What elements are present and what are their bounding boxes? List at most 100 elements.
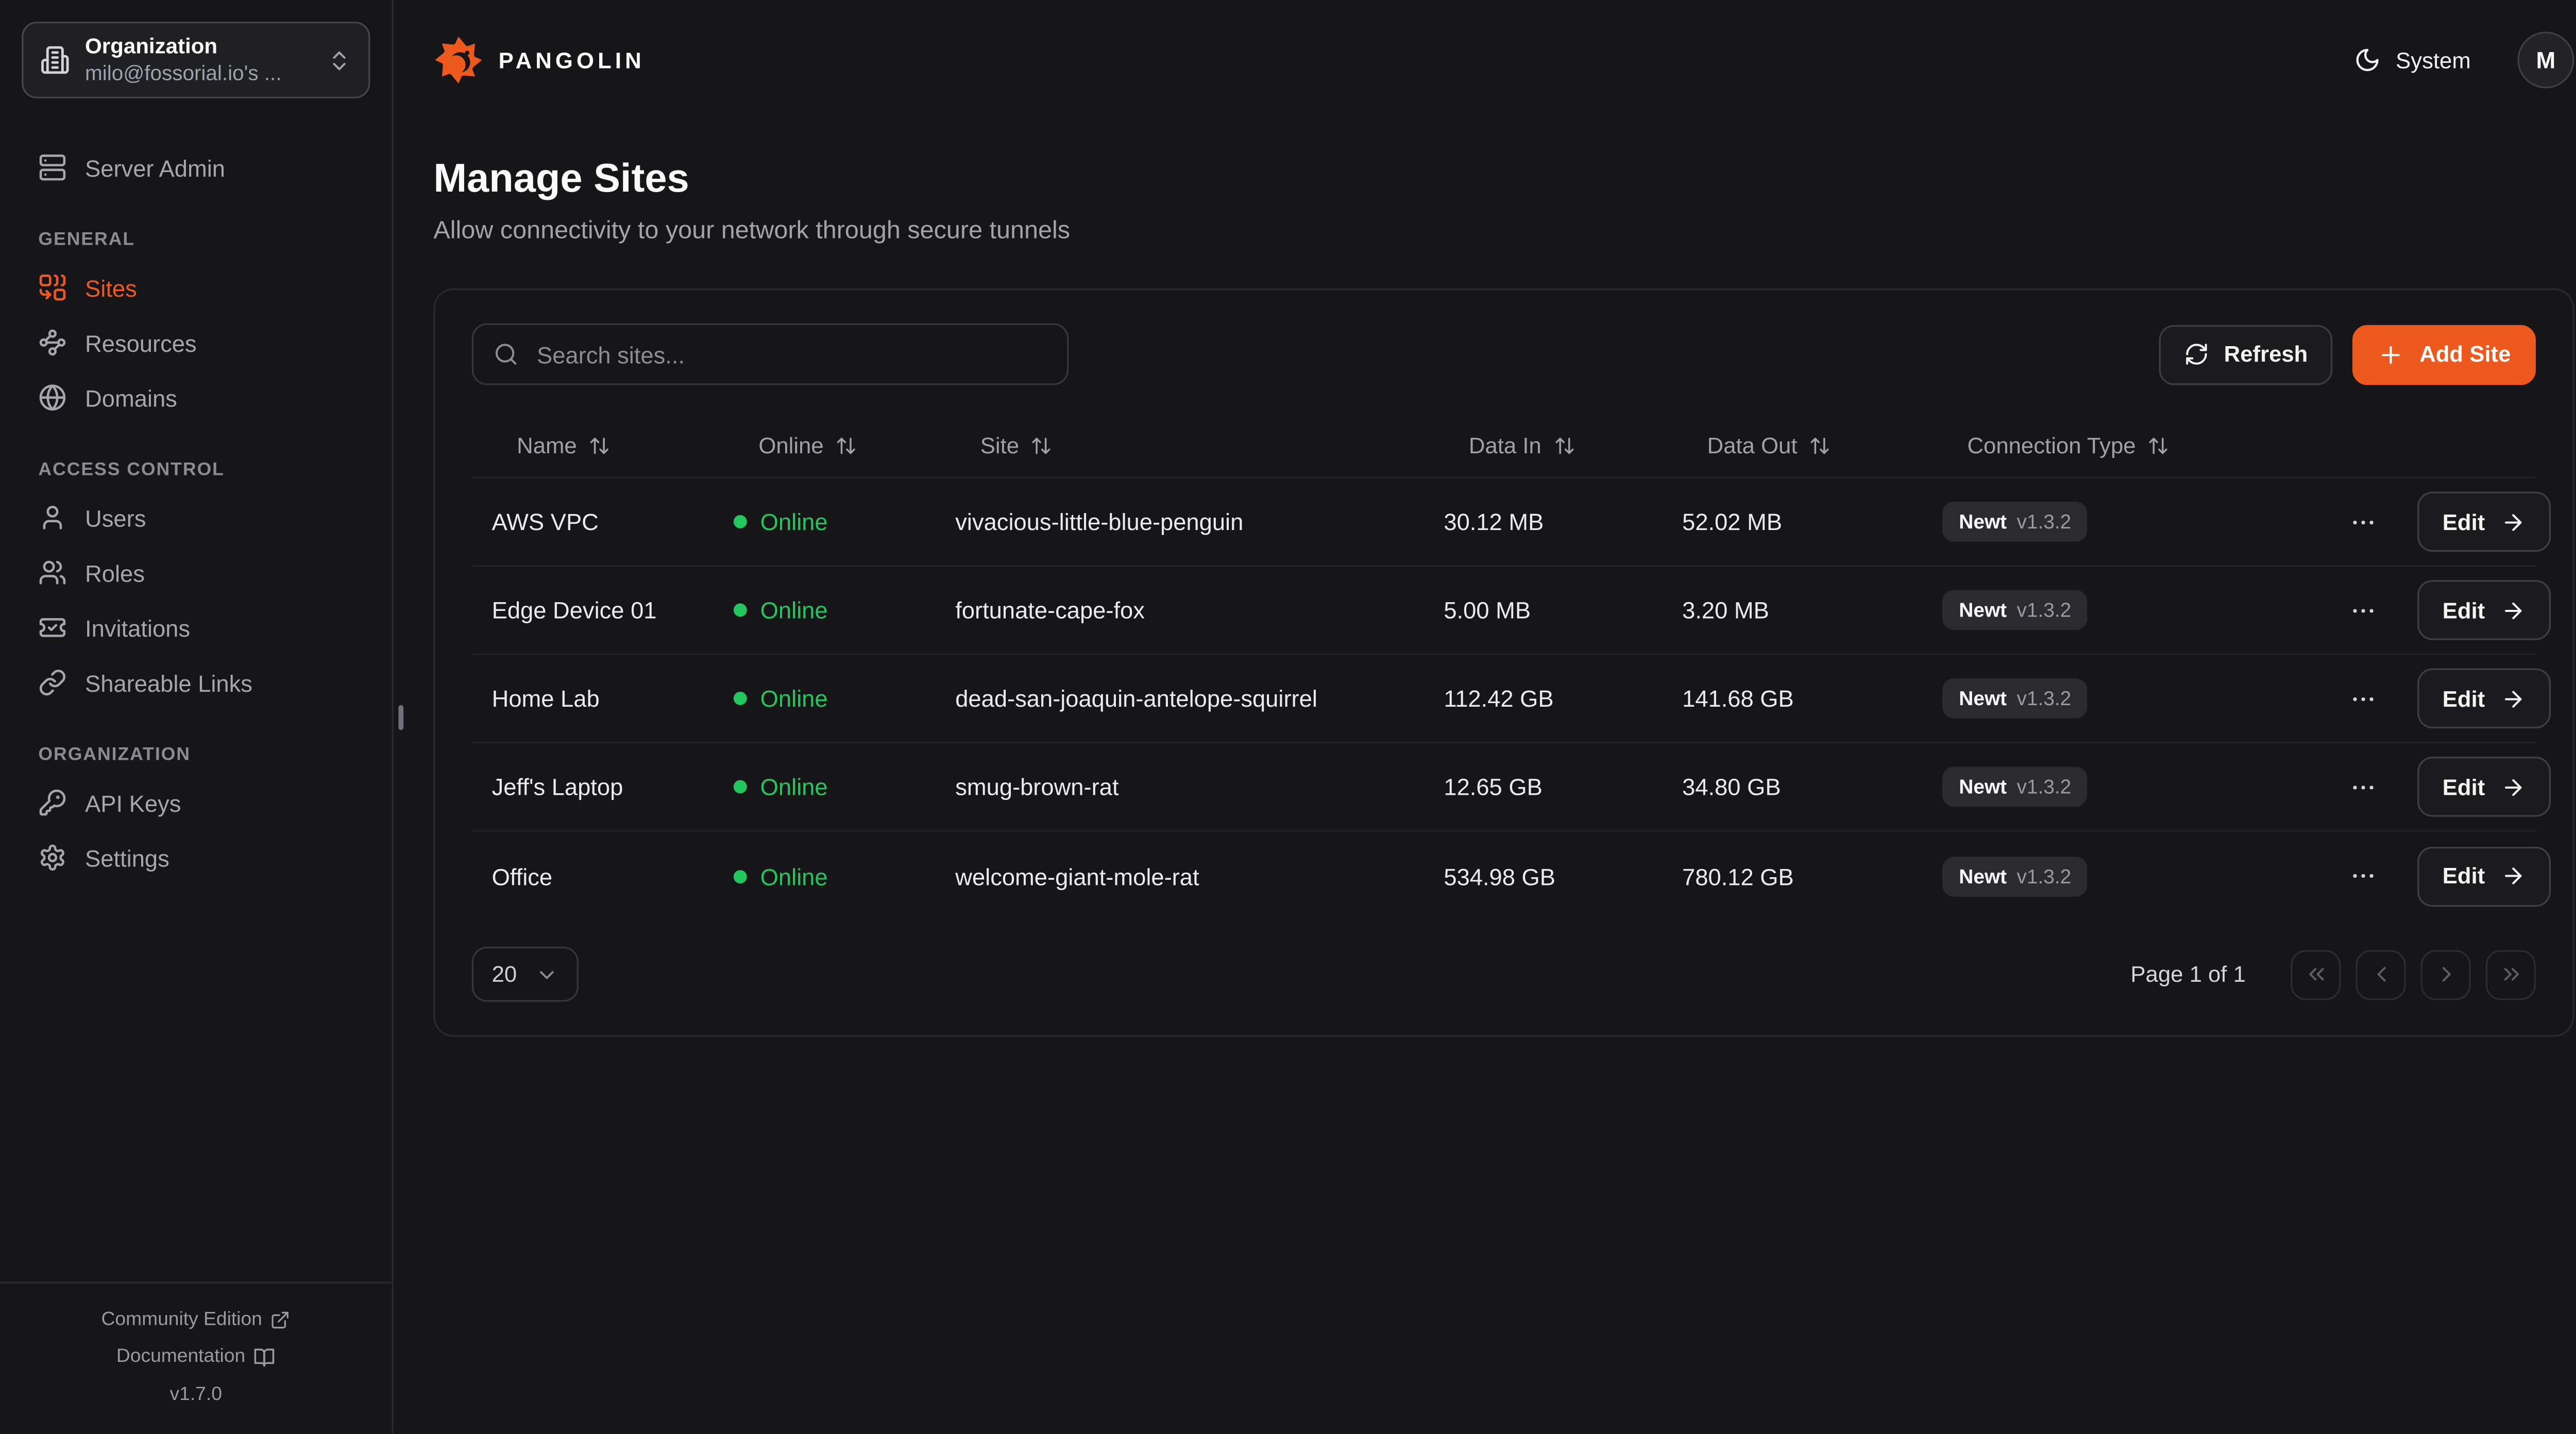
cell-data-out: 141.68 GB bbox=[1682, 685, 1942, 712]
column-header-connection-type[interactable]: Connection Type bbox=[1942, 433, 2343, 458]
cell-data-in: 12.65 GB bbox=[1444, 774, 1682, 800]
last-page-button[interactable] bbox=[2486, 949, 2536, 999]
column-header-data-out[interactable]: Data Out bbox=[1682, 433, 1942, 458]
row-menu-button[interactable] bbox=[2343, 855, 2384, 897]
ellipsis-icon bbox=[2349, 596, 2378, 624]
ellipsis-icon bbox=[2349, 773, 2378, 801]
page-size-select[interactable]: 20 bbox=[472, 947, 579, 1002]
column-header-online[interactable]: Online bbox=[734, 433, 955, 458]
column-header-name[interactable]: Name bbox=[492, 433, 734, 458]
sort-icon bbox=[1809, 435, 1831, 457]
chevron-right-icon bbox=[2433, 962, 2459, 987]
online-dot-icon bbox=[734, 780, 747, 793]
online-dot-icon bbox=[734, 515, 747, 528]
chevrons-up-down-icon bbox=[327, 47, 352, 73]
pagination: 20 Page 1 of 1 bbox=[472, 947, 2536, 1002]
search-input[interactable] bbox=[534, 339, 1047, 369]
sidebar-item-label: Sites bbox=[85, 274, 137, 301]
community-edition-link[interactable]: Community Edition bbox=[101, 1301, 291, 1339]
cell-name: Jeff's Laptop bbox=[492, 774, 734, 800]
edit-button[interactable]: Edit bbox=[2417, 580, 2550, 640]
key-icon bbox=[38, 789, 66, 817]
sidebar-item-label: Settings bbox=[85, 844, 170, 871]
row-menu-button[interactable] bbox=[2343, 677, 2384, 719]
cell-data-in: 5.00 MB bbox=[1444, 596, 1682, 623]
page-subtitle: Allow connectivity to your network throu… bbox=[433, 217, 2574, 245]
theme-toggle-button[interactable]: System bbox=[2344, 45, 2481, 75]
column-header-site[interactable]: Site bbox=[955, 433, 1444, 458]
cell-name: Edge Device 01 bbox=[492, 596, 734, 623]
edit-button[interactable]: Edit bbox=[2417, 846, 2550, 906]
toolbar: Refresh Add Site bbox=[472, 323, 2536, 385]
sidebar-item-users[interactable]: Users bbox=[22, 490, 370, 545]
sidebar-item-api-keys[interactable]: API Keys bbox=[22, 775, 370, 830]
sort-icon bbox=[2147, 435, 2169, 457]
arrow-right-icon bbox=[2500, 598, 2525, 623]
link-icon bbox=[38, 669, 66, 697]
add-site-button[interactable]: Add Site bbox=[2353, 324, 2536, 384]
edit-button[interactable]: Edit bbox=[2417, 669, 2550, 728]
column-header-data-in[interactable]: Data In bbox=[1444, 433, 1682, 458]
org-label: Organization bbox=[85, 31, 312, 61]
edit-button[interactable]: Edit bbox=[2417, 492, 2550, 552]
edit-button[interactable]: Edit bbox=[2417, 757, 2550, 816]
ellipsis-icon bbox=[2349, 684, 2378, 712]
building-icon bbox=[40, 45, 70, 75]
online-dot-icon bbox=[734, 603, 747, 617]
sidebar-item-settings[interactable]: Settings bbox=[22, 830, 370, 885]
arrow-right-icon bbox=[2500, 509, 2525, 535]
sidebar-item-invitations[interactable]: Invitations bbox=[22, 600, 370, 655]
page-status: Page 1 of 1 bbox=[2130, 962, 2245, 987]
cell-connection-type: Newtv1.3.2 bbox=[1942, 502, 2343, 542]
main-content: PANGOLIN System M Manage Sites Allow con… bbox=[394, 0, 2576, 1433]
sidebar-item-label: Users bbox=[85, 504, 146, 531]
users-icon bbox=[38, 558, 66, 587]
search-box bbox=[472, 323, 1069, 385]
sort-icon bbox=[1031, 435, 1053, 457]
cell-site: welcome-giant-mole-rat bbox=[955, 863, 1444, 890]
sidebar: Organization milo@fossorial.io's ... Ser… bbox=[0, 0, 394, 1433]
sidebar-item-server-admin[interactable]: Server Admin bbox=[22, 140, 370, 195]
cell-online: Online bbox=[734, 774, 955, 800]
next-page-button[interactable] bbox=[2421, 949, 2471, 999]
refresh-button[interactable]: Refresh bbox=[2159, 324, 2332, 384]
sidebar-item-roles[interactable]: Roles bbox=[22, 545, 370, 600]
section-heading-access-control: ACCESS CONTROL bbox=[22, 448, 370, 490]
row-menu-button[interactable] bbox=[2343, 766, 2384, 808]
avatar[interactable]: M bbox=[2517, 31, 2574, 88]
gear-icon bbox=[38, 843, 66, 872]
org-selector[interactable]: Organization milo@fossorial.io's ... bbox=[22, 22, 370, 98]
documentation-link[interactable]: Documentation bbox=[116, 1339, 276, 1376]
sidebar-item-shareable-links[interactable]: Shareable Links bbox=[22, 655, 370, 710]
previous-page-button[interactable] bbox=[2355, 949, 2405, 999]
globe-icon bbox=[38, 383, 66, 412]
chevron-left-icon bbox=[2368, 962, 2394, 987]
online-dot-icon bbox=[734, 692, 747, 705]
sidebar-item-resources[interactable]: Resources bbox=[22, 315, 370, 370]
top-bar: PANGOLIN System M bbox=[433, 0, 2574, 120]
sites-card: Refresh Add Site Name Online Site Data I… bbox=[433, 288, 2574, 1037]
first-page-button[interactable] bbox=[2291, 949, 2341, 999]
version-label: v1.7.0 bbox=[13, 1376, 379, 1414]
sidebar-item-label: Domains bbox=[85, 384, 177, 411]
sidebar-item-domains[interactable]: Domains bbox=[22, 370, 370, 425]
sidebar-item-label: Resources bbox=[85, 329, 197, 356]
sidebar-item-sites[interactable]: Sites bbox=[22, 260, 370, 315]
plus-icon bbox=[2378, 341, 2404, 368]
cell-site: fortunate-cape-fox bbox=[955, 596, 1444, 623]
connection-badge: Newtv1.3.2 bbox=[1942, 856, 2088, 896]
sidebar-scrollbar-thumb[interactable] bbox=[398, 705, 403, 730]
row-menu-button[interactable] bbox=[2343, 501, 2384, 542]
section-heading-organization: ORGANIZATION bbox=[22, 733, 370, 775]
sort-icon bbox=[588, 435, 610, 457]
sidebar-item-label: Invitations bbox=[85, 614, 190, 641]
row-menu-button[interactable] bbox=[2343, 589, 2384, 631]
table-row: Office Online welcome-giant-mole-rat 534… bbox=[472, 832, 2536, 920]
sort-icon bbox=[1553, 435, 1574, 457]
cell-data-out: 34.80 GB bbox=[1682, 774, 1942, 800]
online-dot-icon bbox=[734, 869, 747, 883]
sidebar-item-label: Shareable Links bbox=[85, 669, 252, 696]
cell-data-out: 52.02 MB bbox=[1682, 508, 1942, 535]
cell-connection-type: Newtv1.3.2 bbox=[1942, 856, 2343, 896]
cell-site: dead-san-joaquin-antelope-squirrel bbox=[955, 685, 1444, 712]
